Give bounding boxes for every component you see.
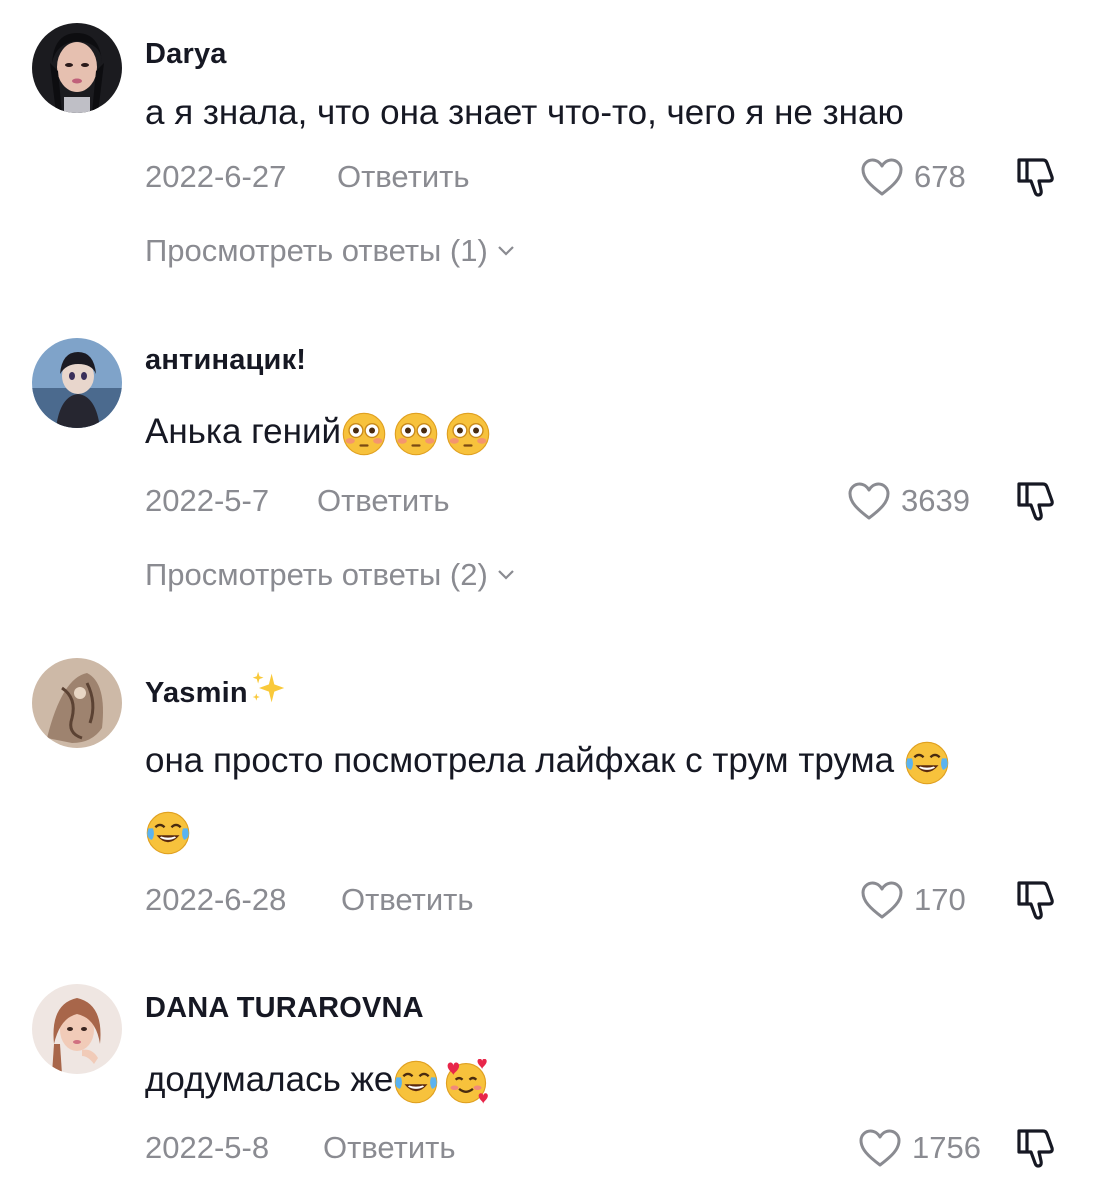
reply-button[interactable]: Ответить [337, 155, 470, 199]
reply-button[interactable]: Ответить [323, 1126, 456, 1170]
comment-text-body: она просто посмотрела лайфхак с трум тру… [145, 741, 895, 780]
like-button[interactable]: 1756 [858, 1126, 981, 1170]
like-count: 3639 [901, 483, 970, 518]
thumbs-down-icon [1013, 1126, 1057, 1170]
username[interactable]: Darya [145, 38, 227, 71]
dislike-button[interactable] [1013, 479, 1057, 523]
flushed-face-emoji [445, 411, 491, 457]
tears-of-joy-face-emoji [393, 1059, 439, 1105]
like-button[interactable]: 678 [860, 155, 966, 199]
dislike-button[interactable] [1013, 155, 1057, 199]
comment-item: антинацик! Анька гений 2022-5-7 Ответить… [0, 320, 1095, 620]
thumbs-down-icon [1013, 878, 1057, 922]
flushed-face-emoji [341, 411, 387, 457]
heart-icon [860, 157, 904, 197]
comment-date: 2022-6-28 [145, 882, 287, 917]
comment-meta: 2022-5-8 Ответить [145, 1126, 745, 1170]
comment-text: она просто посмотрела лайфхак с трум тру… [145, 726, 1045, 866]
comment-date: 2022-5-8 [145, 1130, 270, 1165]
comment-text-body: додумалась же [145, 1060, 394, 1099]
heart-icon [847, 481, 891, 521]
chevron-down-icon [496, 568, 516, 582]
comment-text-body: Анька гений [145, 412, 342, 451]
like-button[interactable]: 170 [860, 878, 966, 922]
comment-item: Darya а я знала, что она знает что-то, ч… [0, 0, 1095, 300]
avatar[interactable] [32, 23, 122, 113]
flushed-face-emoji [393, 411, 439, 457]
like-button[interactable]: 3639 [847, 479, 970, 523]
thumbs-down-icon [1013, 155, 1057, 199]
tears-of-joy-face-emoji [904, 740, 950, 786]
username[interactable]: DANA TURAROVNA [145, 992, 424, 1025]
sparkles-emoji [250, 670, 286, 706]
comment-date: 2022-5-7 [145, 483, 270, 518]
view-replies-button[interactable]: Просмотреть ответы (2) [145, 557, 516, 593]
dislike-button[interactable] [1013, 1126, 1057, 1170]
thumbs-down-icon [1013, 479, 1057, 523]
view-replies-label: Просмотреть ответы (2) [145, 557, 488, 592]
comment-text: а я знала, что она знает что-то, чего я … [145, 93, 904, 132]
comment-text: додумалась же [145, 1045, 1045, 1115]
reply-button[interactable]: Ответить [317, 479, 450, 523]
avatar[interactable] [32, 658, 122, 748]
like-count: 678 [914, 159, 966, 194]
avatar[interactable] [32, 338, 122, 428]
comment-item: Yasmin она просто посмотрела лайфхак с т… [0, 640, 1095, 940]
heart-icon [858, 1128, 902, 1168]
view-replies-label: Просмотреть ответы (1) [145, 233, 488, 268]
comment-text: Анька гений [145, 397, 1045, 467]
chevron-down-icon [496, 244, 516, 258]
dislike-button[interactable] [1013, 878, 1057, 922]
comment-meta: 2022-6-28 Ответить [145, 878, 745, 922]
like-count: 1756 [912, 1130, 981, 1165]
tears-of-joy-face-emoji [145, 810, 191, 856]
reply-button[interactable]: Ответить [341, 878, 474, 922]
comment-date: 2022-6-27 [145, 159, 287, 194]
like-count: 170 [914, 882, 966, 917]
avatar[interactable] [32, 984, 122, 1074]
comment-meta: 2022-6-27 Ответить [145, 155, 745, 199]
heart-icon [860, 880, 904, 920]
username-text: Yasmin [145, 677, 248, 709]
username[interactable]: антинацик! [145, 344, 306, 377]
smiling-face-with-hearts-emoji [443, 1059, 489, 1105]
comment-item: DANA TURAROVNA додумалась же 2022-5-8 От… [0, 960, 1095, 1200]
comment-meta: 2022-5-7 Ответить [145, 479, 745, 523]
view-replies-button[interactable]: Просмотреть ответы (1) [145, 233, 516, 269]
username[interactable]: Yasmin [145, 670, 286, 710]
